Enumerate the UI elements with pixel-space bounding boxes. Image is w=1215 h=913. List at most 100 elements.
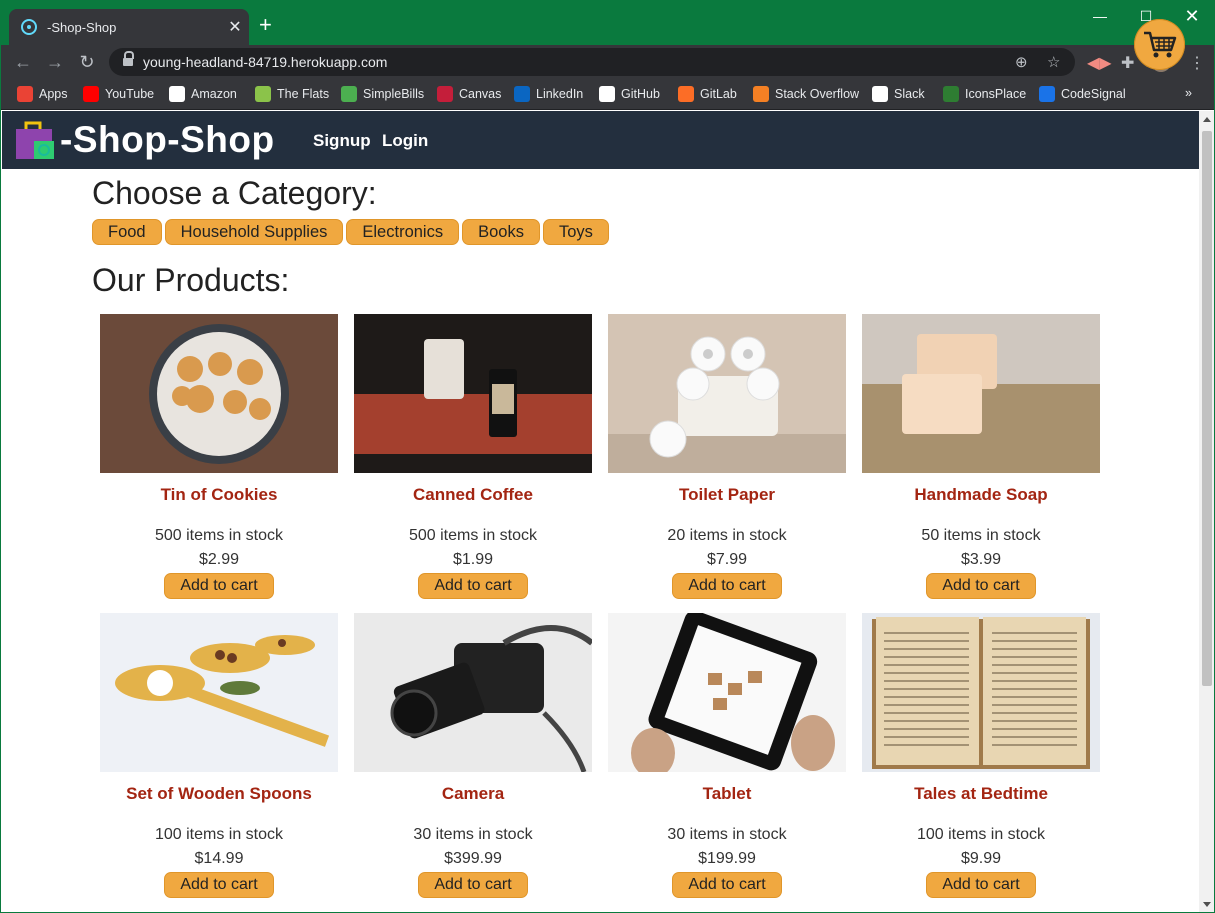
category-list: Food Household Supplies Electronics Books To… <box>92 219 612 245</box>
page-scrollbar[interactable] <box>1199 111 1214 912</box>
shopping-bag-logo-icon <box>16 121 54 159</box>
add-to-cart-button[interactable]: Add to cart <box>164 872 274 898</box>
product-stock: 30 items in stock <box>413 826 533 843</box>
book-image[interactable] <box>862 613 1100 772</box>
install-app-icon[interactable]: ⊕ <box>1015 53 1028 71</box>
tab-title: -Shop-Shop <box>47 19 117 35</box>
product-card: Handmade Soap 50 items in stock $3.99 Add t… <box>862 314 1100 599</box>
signup-link[interactable]: Signup <box>313 131 371 151</box>
url-text: young-headland-84719.herokuapp.com <box>143 54 388 70</box>
bookmark-the-flats[interactable]: The Flats <box>255 86 329 102</box>
bookmark-label: The Flats <box>277 87 330 101</box>
product-name[interactable]: Handmade Soap <box>862 485 1100 507</box>
stackoverflow-icon <box>753 86 769 102</box>
reload-icon[interactable]: ↻ <box>77 52 97 72</box>
lock-icon <box>123 51 134 67</box>
extensions-puzzle-icon[interactable]: ✚ <box>1121 53 1134 73</box>
react-favicon-icon <box>21 19 37 35</box>
category-books-button[interactable]: Books <box>462 219 540 245</box>
apps-grid-icon <box>17 86 33 102</box>
bookmark-star-icon[interactable]: ☆ <box>1047 53 1060 71</box>
scroll-down-icon[interactable] <box>1203 902 1211 907</box>
product-stock: 500 items in stock <box>408 527 538 544</box>
bookmark-slack[interactable]: Slack <box>872 86 925 102</box>
new-tab-icon[interactable]: + <box>259 13 272 37</box>
category-food-button[interactable]: Food <box>92 219 162 245</box>
youtube-icon <box>83 86 99 102</box>
product-price: $3.99 <box>960 551 1002 568</box>
browser-window: -Shop-Shop ✕ + — ☐ ✕ ← → ↻ young-headlan… <box>0 0 1215 913</box>
bookmark-amazon[interactable]: Amazon <box>169 86 237 102</box>
title-bar: -Shop-Shop ✕ + — ☐ ✕ <box>1 1 1214 45</box>
extension-icon[interactable]: ◀▶ <box>1087 53 1112 73</box>
product-name[interactable]: Tales at Bedtime <box>862 784 1100 806</box>
forward-icon[interactable]: → <box>45 52 65 72</box>
bookmark-simplebills[interactable]: SimpleBills <box>341 86 424 102</box>
bookmark-gitlab[interactable]: GitLab <box>678 86 737 102</box>
add-to-cart-button[interactable]: Add to cart <box>164 573 274 599</box>
tablet-image[interactable] <box>608 613 846 772</box>
soap-image[interactable] <box>862 314 1100 473</box>
scroll-up-icon[interactable] <box>1203 117 1211 122</box>
bookmarks-bar: Apps YouTube Amazon The Flats SimpleBills Can… <box>1 79 1214 110</box>
menu-kebab-icon[interactable]: ⋮ <box>1189 53 1205 73</box>
login-link[interactable]: Login <box>382 131 428 151</box>
product-card: Canned Coffee 500 items in stock $1.99 Add … <box>354 314 592 599</box>
product-price: $7.99 <box>706 551 748 568</box>
cart-button[interactable] <box>1134 19 1185 70</box>
bookmark-iconsplace[interactable]: IconsPlace <box>943 86 1026 102</box>
site-header: -Shop-Shop Signup Login <box>2 111 1199 169</box>
product-price: $2.99 <box>198 551 240 568</box>
camera-image[interactable] <box>354 613 592 772</box>
cookies-image[interactable] <box>100 314 338 473</box>
site-brand[interactable]: -Shop-Shop <box>14 119 275 161</box>
category-toys-button[interactable]: Toys <box>542 219 609 245</box>
add-to-cart-button[interactable]: Add to cart <box>672 573 782 599</box>
bookmark-canvas[interactable]: Canvas <box>437 86 501 102</box>
bookmark-youtube[interactable]: YouTube <box>83 86 154 102</box>
product-stock: 20 items in stock <box>667 527 787 544</box>
product-name[interactable]: Camera <box>354 784 592 806</box>
product-name[interactable]: Set of Wooden Spoons <box>100 784 338 806</box>
product-name[interactable]: Toilet Paper <box>608 485 846 507</box>
add-to-cart-button[interactable]: Add to cart <box>672 872 782 898</box>
product-stock: 50 items in stock <box>921 527 1041 544</box>
bookmark-label: GitLab <box>700 87 737 101</box>
bookmark-label: Amazon <box>191 87 237 101</box>
product-card: Tablet 30 items in stock $199.99 Add to car… <box>608 613 846 898</box>
leaf-icon <box>341 86 357 102</box>
bookmarks-overflow-icon[interactable]: » <box>1185 86 1192 100</box>
bookmark-label: SimpleBills <box>363 87 425 101</box>
bookmark-stack-overflow[interactable]: Stack Overflow <box>753 86 859 102</box>
add-to-cart-button[interactable]: Add to cart <box>418 872 528 898</box>
gitlab-icon <box>678 86 694 102</box>
minimize-icon[interactable]: — <box>1077 1 1123 31</box>
bookmark-linkedin[interactable]: LinkedIn <box>514 86 583 102</box>
product-stock: 100 items in stock <box>154 826 284 843</box>
category-household-supplies-button[interactable]: Household Supplies <box>164 219 344 245</box>
amazon-icon <box>169 86 185 102</box>
github-icon <box>599 86 615 102</box>
add-to-cart-button[interactable]: Add to cart <box>926 573 1036 599</box>
bookmark-apps[interactable]: Apps <box>17 86 68 102</box>
product-price: $399.99 <box>444 850 502 867</box>
tab-close-icon[interactable]: ✕ <box>221 17 249 37</box>
bookmark-codesignal[interactable]: CodeSignal <box>1039 86 1126 102</box>
add-to-cart-button[interactable]: Add to cart <box>926 872 1036 898</box>
product-name[interactable]: Tin of Cookies <box>100 485 338 507</box>
address-bar[interactable]: young-headland-84719.herokuapp.com ⊕ ☆ <box>109 48 1075 76</box>
add-to-cart-button[interactable]: Add to cart <box>418 573 528 599</box>
product-name[interactable]: Canned Coffee <box>354 485 592 507</box>
category-electronics-button[interactable]: Electronics <box>346 219 460 245</box>
bookmark-label: GitHub <box>621 87 660 101</box>
bookmark-github[interactable]: GitHub <box>599 86 660 102</box>
spoons-image[interactable] <box>100 613 338 772</box>
product-card: Tales at Bedtime 100 items in stock $9.99 A… <box>862 613 1100 898</box>
back-icon[interactable]: ← <box>13 52 33 72</box>
product-name[interactable]: Tablet <box>608 784 846 806</box>
bookmark-label: YouTube <box>105 87 155 101</box>
toilet-paper-image[interactable] <box>608 314 846 473</box>
coffee-image[interactable] <box>354 314 592 473</box>
browser-tab[interactable]: -Shop-Shop ✕ <box>9 9 249 45</box>
scroll-thumb[interactable] <box>1202 131 1212 686</box>
